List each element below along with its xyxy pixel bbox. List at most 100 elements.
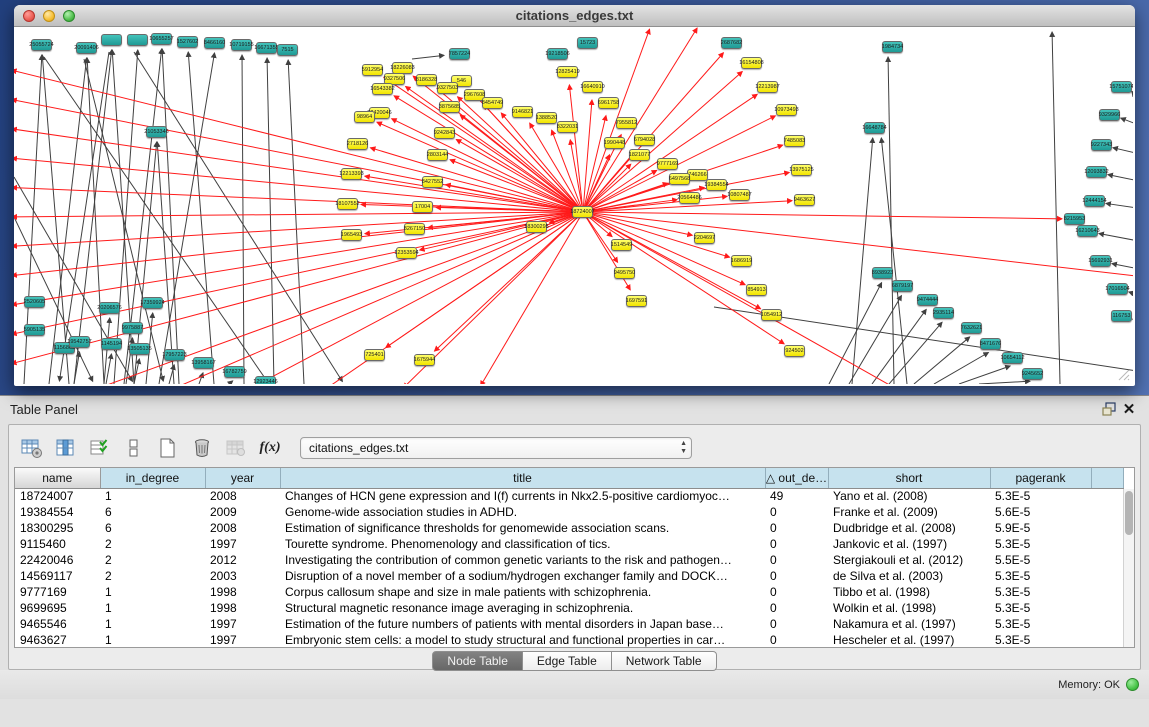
graph-node[interactable]: 10719155	[231, 39, 252, 51]
graph-node[interactable]: 9327503	[437, 82, 458, 94]
select-columns-button[interactable]	[86, 435, 114, 461]
graph-node[interactable]: 854913	[746, 284, 767, 296]
graph-node[interactable]: 3875685	[439, 101, 460, 113]
graph-node[interactable]: 20091406	[76, 42, 97, 54]
graph-node[interactable]: 7632621	[961, 322, 982, 334]
table-row[interactable]: 1456911722003Disruption of a novel membe…	[15, 568, 1123, 584]
table-row[interactable]: 946362711997Embryonic stem cells: a mode…	[15, 632, 1123, 648]
graph-node[interactable]: 12213393	[341, 168, 362, 180]
delete-column-button[interactable]	[188, 435, 216, 461]
table-row[interactable]: 977716911998Corpus callosum shape and si…	[15, 584, 1123, 600]
graph-node[interactable]: 16543382	[372, 83, 393, 95]
delete-table-button[interactable]	[222, 435, 250, 461]
graph-node[interactable]: 15692931	[1090, 255, 1111, 267]
memory-status-icon[interactable]	[1126, 678, 1139, 691]
graph-node[interactable]: 8938923	[872, 267, 893, 279]
graph-node[interactable]: 17957223	[164, 349, 185, 361]
graph-node[interactable]: 116753	[1111, 310, 1132, 322]
graph-node[interactable]: 9474444	[917, 294, 938, 306]
table-chooser-select[interactable]: citations_edges.txt ▲▼	[300, 437, 692, 459]
graph-node[interactable]: 18107552	[337, 198, 358, 210]
column-header-short[interactable]: short	[828, 468, 990, 488]
graph-node[interactable]: 10655257	[151, 33, 172, 45]
graph-node[interactable]: 13958167	[193, 357, 214, 369]
graph-node[interactable]: 1054912	[761, 309, 782, 321]
graph-node[interactable]: 16648784	[864, 122, 885, 134]
row-height-button[interactable]	[120, 435, 148, 461]
graph-node[interactable]: 1965493	[341, 229, 362, 241]
graph-node[interactable]: 9245652	[1022, 368, 1043, 380]
column-header-year[interactable]: year	[205, 468, 280, 488]
graph-node[interactable]: 2803144	[427, 149, 448, 161]
scrollbar-thumb[interactable]	[1125, 491, 1133, 535]
column-header-title[interactable]: title	[280, 468, 765, 488]
graph-node[interactable]: 7857224	[449, 48, 470, 60]
graph-node[interactable]: 5912954	[362, 64, 383, 76]
graph-node[interactable]: 9146821	[512, 106, 533, 118]
table-row[interactable]: 2242004622012Investigating the contribut…	[15, 552, 1123, 568]
graph-node[interactable]: 2204697	[694, 232, 715, 244]
graph-node[interactable]: 16782759	[224, 366, 245, 378]
graph-node[interactable]: 6879197	[892, 280, 913, 292]
graph-node[interactable]: 17004	[412, 201, 433, 213]
zoom-window-button[interactable]	[63, 10, 75, 22]
graph-node[interactable]: 16671355	[256, 42, 277, 54]
graph-node[interactable]: 9463627	[794, 194, 815, 206]
graph-node[interactable]: 6794028	[634, 134, 655, 146]
tab-edge-table[interactable]: Edge Table	[523, 651, 612, 671]
tab-node-table[interactable]: Node Table	[432, 651, 523, 671]
graph-node[interactable]: 16640910	[582, 81, 603, 93]
graph-node[interactable]: 21053346	[146, 126, 167, 138]
column-header-name[interactable]: name	[15, 468, 100, 488]
graph-node[interactable]: 2687682	[721, 37, 742, 49]
graph-node[interactable]: 18724007	[572, 206, 593, 218]
graph-node[interactable]: 1821077	[629, 149, 650, 161]
graph-node[interactable]: 1514549	[611, 239, 632, 251]
column-header-in_degree[interactable]: in_degree	[100, 468, 205, 488]
graph-node[interactable]: 12444154	[1084, 195, 1105, 207]
graph-node[interactable]: 9777169	[657, 158, 678, 170]
table-row[interactable]: 911546021997Tourette syndrome. Phenomeno…	[15, 536, 1123, 552]
graph-node[interactable]: 25055724	[31, 39, 52, 51]
graph-node[interactable]: 10654112	[1002, 352, 1023, 364]
graph-node[interactable]: 8471676	[980, 338, 1001, 350]
graph-node[interactable]: 5905135	[24, 324, 45, 336]
tab-network-table[interactable]: Network Table	[612, 651, 717, 671]
graph-node[interactable]: 7515	[277, 44, 298, 56]
graph-node[interactable]: 1686919	[731, 255, 752, 267]
graph-node[interactable]: 8466160	[204, 37, 225, 49]
graph-node[interactable]: 15723	[577, 37, 598, 49]
graph-node[interactable]: 1145194	[101, 338, 122, 350]
graph-node[interactable]: 924502	[784, 345, 805, 357]
graph-node[interactable]: 8454749	[482, 97, 503, 109]
graph-node[interactable]: 12353594	[396, 247, 417, 259]
table-row[interactable]: 1830029562008Estimation of significance …	[15, 520, 1123, 536]
graph-node[interactable]	[127, 34, 148, 46]
graph-node[interactable]: 8427552	[422, 176, 443, 188]
network-canvas[interactable]: 2505572420091406106552571527602846616010…	[14, 27, 1133, 384]
table-row[interactable]: 1938455462009Genome-wide association stu…	[15, 504, 1123, 520]
graph-node[interactable]: 10973493	[776, 104, 797, 116]
graph-node[interactable]: 8322031	[557, 121, 578, 133]
graph-node[interactable]: 725401	[364, 349, 385, 361]
graph-node[interactable]: 12825419	[557, 66, 578, 78]
close-window-button[interactable]	[23, 10, 35, 22]
graph-node[interactable]: 18300295	[526, 221, 547, 233]
graph-node[interactable]: 6497568	[669, 173, 690, 185]
graph-node[interactable]: 9227343	[1091, 139, 1112, 151]
graph-node[interactable]: 1984734	[882, 41, 903, 53]
graph-node[interactable]: 1675944	[414, 354, 435, 366]
graph-node[interactable]: 1388520	[536, 112, 557, 124]
graph-node[interactable]: 9242843	[434, 127, 455, 139]
float-panel-button[interactable]	[1099, 400, 1119, 418]
graph-node[interactable]: 10807487	[729, 189, 750, 201]
column-header-pagerank[interactable]: pagerank	[990, 468, 1091, 488]
graph-node[interactable]: 17359924	[142, 297, 163, 309]
show-hide-columns-button[interactable]	[52, 435, 80, 461]
table-row[interactable]: 969969511998Structural magnetic resonanc…	[15, 600, 1123, 616]
table-mode-button[interactable]	[18, 435, 46, 461]
create-column-button[interactable]	[154, 435, 182, 461]
graph-node[interactable]: 6961758	[598, 97, 619, 109]
graph-node[interactable]: 8267150	[404, 223, 425, 235]
graph-node[interactable]: 8215953	[1064, 213, 1085, 225]
